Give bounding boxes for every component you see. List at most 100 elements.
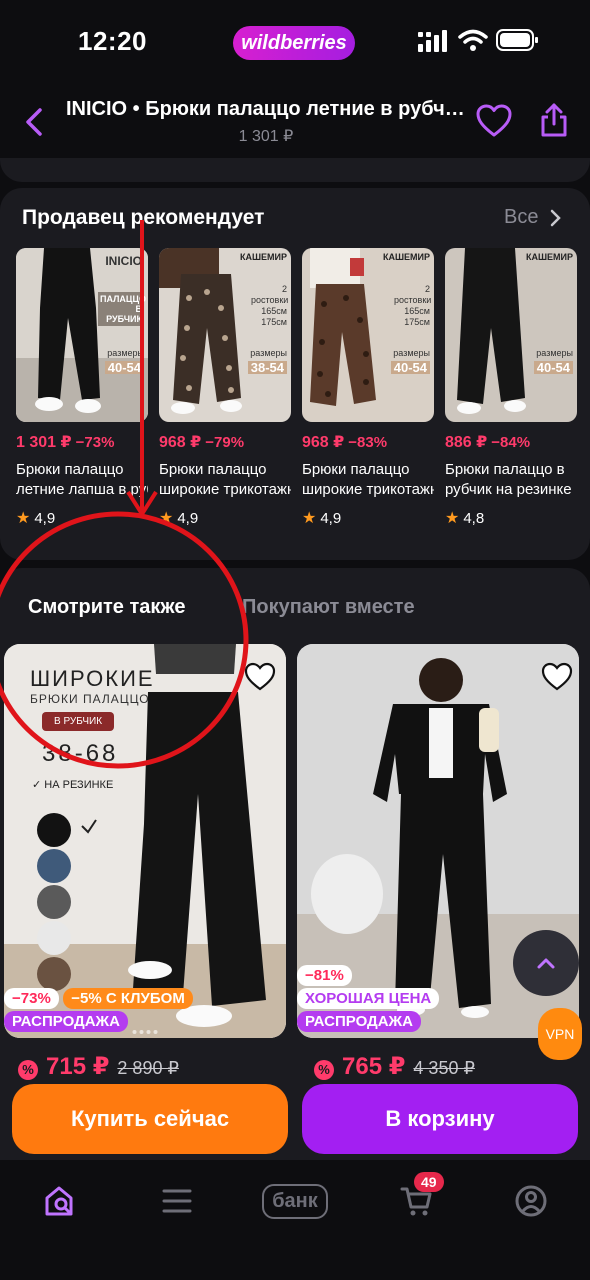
product-header: INICIO • Брюки палаццо летние в рубчик 1…	[0, 88, 590, 158]
chevron-right-icon	[551, 209, 562, 226]
discount-badge: −81%	[297, 965, 352, 986]
favorite-heart-icon[interactable]	[476, 104, 512, 138]
sale-badge: РАСПРОДАЖА	[4, 1011, 128, 1032]
product-price: % 765 ₽ 4 350 ₽	[314, 1052, 475, 1081]
chevron-up-icon	[537, 958, 555, 969]
size-label: размеры	[536, 348, 573, 358]
rating: ★ 4,9	[159, 508, 291, 528]
nav-profile[interactable]	[506, 1178, 556, 1224]
size-label: размеры	[107, 348, 144, 358]
promo-title: ШИРОКИЕ	[30, 666, 155, 691]
good-price-badge: ХОРОШАЯ ЦЕНА	[297, 988, 440, 1009]
price: 968 ₽	[159, 434, 202, 451]
rating-value: 4,9	[177, 509, 199, 527]
see-all-link[interactable]: Все	[504, 206, 562, 229]
old-price: 2 890 ₽	[117, 1058, 179, 1078]
nav-bank[interactable]: банк	[260, 1178, 330, 1224]
see-all-label: Все	[504, 206, 539, 228]
rating: ★ 4,8	[445, 508, 577, 528]
size-chip: размеры 40-54	[390, 348, 430, 374]
price-row: 1 301 ₽ −73%	[16, 432, 148, 452]
favorite-heart-icon[interactable]	[244, 662, 276, 692]
promo-chip: В РУБЧИК	[42, 712, 115, 731]
bottom-navigation: банк 49	[0, 1160, 590, 1280]
star-icon: ★	[159, 510, 174, 527]
product-name: Брюки палаццо	[159, 461, 267, 478]
sale-badge: РАСПРОДАЖА	[297, 1011, 421, 1032]
page-title: INICIO • Брюки палаццо летние в рубчик	[66, 98, 466, 120]
size-range: 40-54	[390, 361, 430, 374]
promo-feature: ✓ НА РЕЗИНКЕ	[32, 778, 113, 791]
promo-tag: ПАЛАЦЦО В РУБЧИК	[98, 292, 147, 326]
nav-cart[interactable]: 49	[392, 1172, 444, 1224]
discount: −84%	[491, 434, 531, 451]
back-chevron-icon[interactable]	[22, 106, 48, 138]
product-name-line2: широкие трикотажные	[302, 481, 434, 498]
cart-count-badge: 49	[414, 1172, 444, 1192]
product-photo	[302, 248, 434, 422]
brand-tag: INICIO	[105, 254, 142, 268]
wallet-discount-icon: %	[314, 1060, 334, 1080]
price: 968 ₽	[302, 434, 345, 451]
promo-feature-text: НА РЕЗИНКЕ	[44, 779, 114, 791]
add-to-cart-button[interactable]: В корзину	[302, 1084, 578, 1154]
product-photo	[16, 248, 148, 422]
scroll-to-top-button[interactable]	[513, 930, 579, 996]
home-search-icon	[45, 1186, 73, 1216]
recommended-item[interactable]: КАШЕМИР 2 ростовки 165см 175см размеры 3…	[159, 248, 291, 548]
product-name: Брюки палаццо в	[445, 461, 565, 478]
tab-see-also[interactable]: Смотрите также	[28, 596, 185, 619]
brand-logo: wildberries	[233, 26, 355, 60]
product-photo	[159, 248, 291, 422]
star-icon: ★	[445, 510, 460, 527]
check-icon: ✓	[32, 779, 45, 791]
product-name: Брюки палаццо	[302, 461, 410, 478]
brand-tag: КАШЕМИР	[525, 252, 573, 262]
product-image: INICIO ПАЛАЦЦО В РУБЧИК размеры 40-54	[16, 248, 148, 422]
battery-icon	[496, 29, 538, 51]
price: 886 ₽	[445, 434, 488, 451]
rating: ★ 4,9	[16, 508, 148, 528]
discount: −83%	[348, 434, 388, 451]
size-range: 38-54	[247, 361, 287, 374]
size-chip: размеры 38-54	[247, 348, 287, 374]
size-label: размеры	[250, 348, 287, 358]
product-card[interactable]: ШИРОКИЕ БРЮКИ ПАЛАЦЦО В РУБЧИК 38-68 ✓ Н…	[4, 644, 286, 1038]
product-photo	[445, 248, 577, 422]
recommended-item[interactable]: КАШЕМИР 2 ростовки 165см 175см размеры 4…	[302, 248, 434, 548]
rating-value: 4,9	[34, 509, 56, 527]
discount: −73%	[75, 434, 115, 451]
current-price: 715 ₽	[46, 1053, 110, 1080]
product-image: КАШЕМИР 2 ростовки 165см 175см размеры 4…	[302, 248, 434, 422]
nav-catalog[interactable]	[152, 1178, 202, 1224]
product-image: КАШЕМИР размеры 40-54	[445, 248, 577, 422]
product-name: Брюки палаццо	[16, 461, 124, 478]
product-name-line2: широкие трикотажные	[159, 481, 291, 498]
discount-badge: −73%	[4, 988, 59, 1009]
club-badge: −5% С КЛУБОМ	[63, 988, 193, 1009]
growth-note: 2 ростовки 165см 175см	[394, 284, 432, 327]
size-chip: размеры 40-54	[533, 348, 573, 374]
size-chip: размеры 40-54	[104, 348, 144, 374]
rating-value: 4,9	[320, 509, 342, 527]
size-label: размеры	[393, 348, 430, 358]
promo-subtitle: БРЮКИ ПАЛАЦЦО	[30, 692, 150, 706]
wifi-icon	[458, 29, 488, 51]
tab-bought-together[interactable]: Покупают вместе	[242, 596, 415, 619]
recommended-item[interactable]: КАШЕМИР размеры 40-54 886 ₽ −84% Брюки па…	[445, 248, 577, 548]
buy-now-button[interactable]: Купить сейчас	[12, 1084, 288, 1154]
favorite-heart-icon[interactable]	[541, 662, 573, 692]
seller-recommends-section: Продавец рекомендует Все INICIO ПАЛАЦЦО …	[0, 188, 590, 560]
status-time: 12:20	[78, 26, 147, 56]
share-icon[interactable]	[538, 102, 570, 138]
vpn-badge[interactable]: VPN	[538, 1008, 582, 1060]
recommended-item[interactable]: INICIO ПАЛАЦЦО В РУБЧИК размеры 40-54 1 …	[16, 248, 148, 548]
rating: ★ 4,9	[302, 508, 434, 528]
price-row: 968 ₽ −79%	[159, 432, 291, 452]
header-price: 1 301 ₽	[238, 128, 294, 145]
bank-label: банк	[262, 1183, 328, 1219]
nav-home[interactable]	[35, 1178, 85, 1224]
previous-card-edge	[0, 158, 590, 182]
profile-icon	[515, 1185, 547, 1217]
size-range: 40-54	[104, 361, 144, 374]
